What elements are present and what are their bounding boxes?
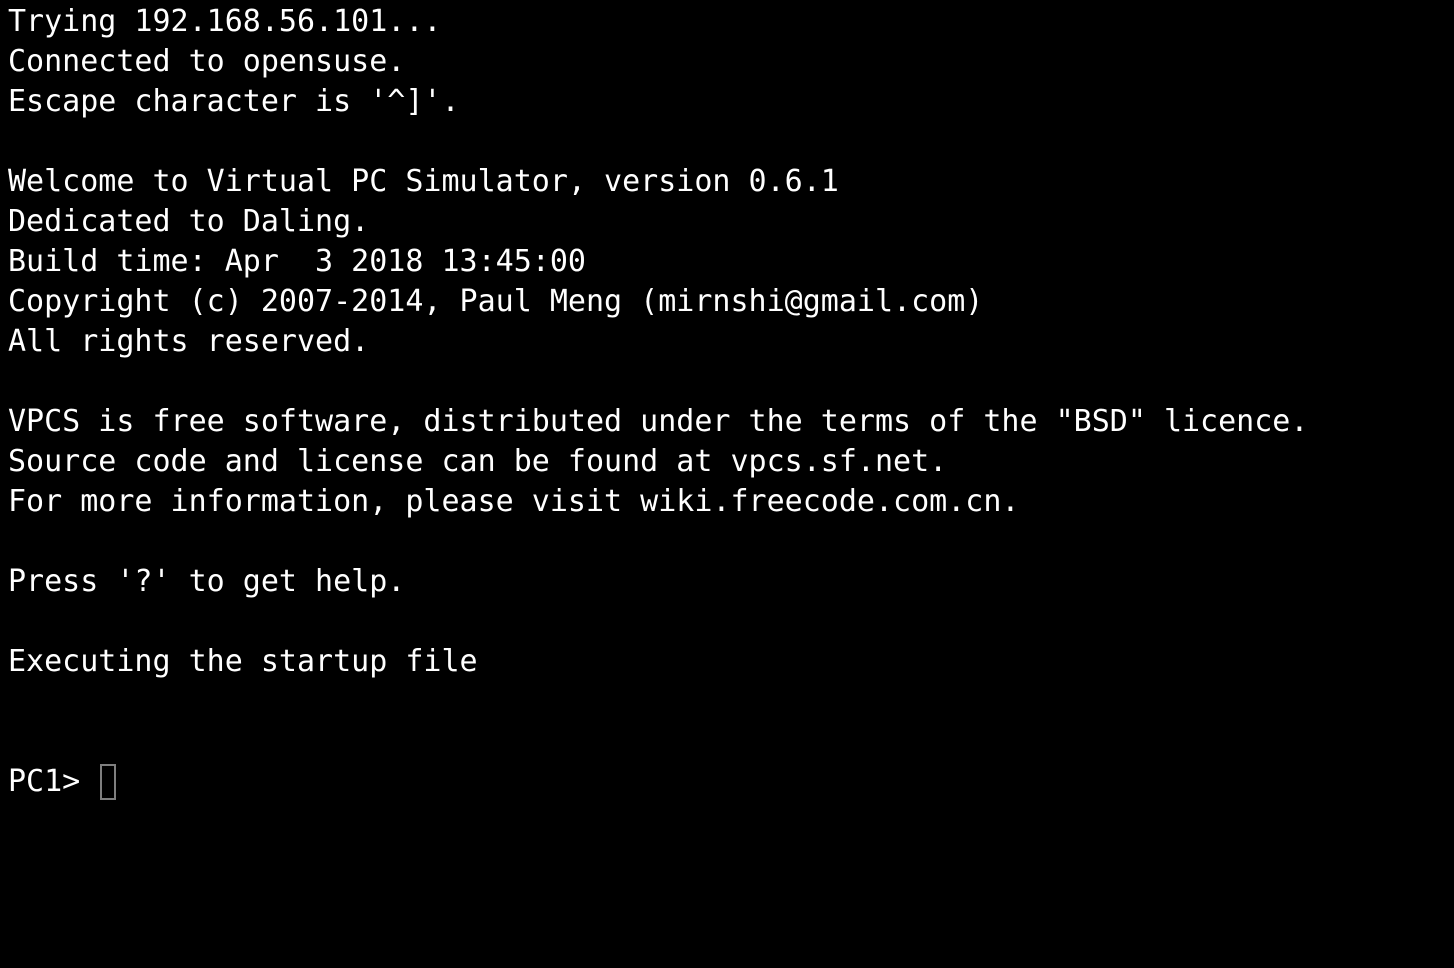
terminal-line: Escape character is '^]'.: [8, 84, 460, 119]
terminal-line: Press '?' to get help.: [8, 564, 406, 599]
prompt-label: PC1>: [8, 764, 99, 799]
terminal-line: For more information, please visit wiki.…: [8, 484, 1020, 519]
terminal-line: Connected to opensuse.: [8, 44, 406, 79]
terminal-line: All rights reserved.: [8, 324, 370, 359]
terminal-line: Trying 192.168.56.101...: [8, 4, 442, 39]
terminal-line: Executing the startup file: [8, 644, 478, 679]
text-cursor: [100, 764, 117, 800]
terminal-line: Build time: Apr 3 2018 13:45:00: [8, 244, 586, 279]
terminal-line: Copyright (c) 2007-2014, Paul Meng (mirn…: [8, 284, 984, 319]
terminal-line: Welcome to Virtual PC Simulator, version…: [8, 164, 839, 199]
command-prompt-line[interactable]: PC1>: [8, 762, 1454, 802]
terminal-window[interactable]: Trying 192.168.56.101... Connected to op…: [0, 0, 1454, 968]
terminal-line: Source code and license can be found at …: [8, 444, 948, 479]
terminal-line: Dedicated to Daling.: [8, 204, 370, 239]
terminal-line: VPCS is free software, distributed under…: [8, 404, 1309, 439]
